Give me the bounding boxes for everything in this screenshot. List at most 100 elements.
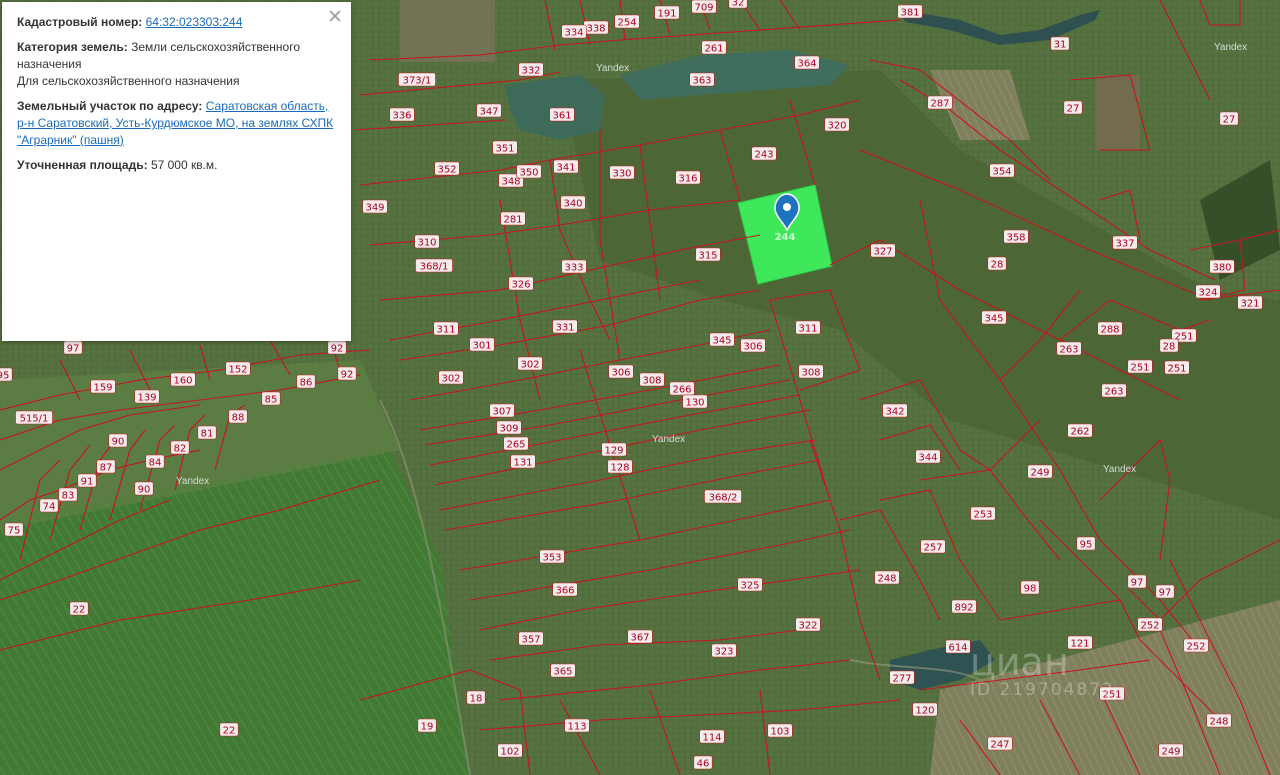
plot-number-label[interactable]: 87 — [100, 463, 113, 474]
plot-number-label[interactable]: 277 — [892, 674, 911, 685]
plot-number-label[interactable]: 22 — [223, 726, 236, 737]
plot-number-label[interactable]: 892 — [954, 603, 973, 614]
plot-number-label[interactable]: 97 — [1159, 588, 1172, 599]
plot-number-label[interactable]: 309 — [499, 424, 518, 435]
plot-number-label[interactable]: 333 — [564, 263, 583, 274]
plot-number-label[interactable]: 251 — [1167, 364, 1186, 375]
plot-number-label[interactable]: 257 — [923, 543, 942, 554]
plot-number-label[interactable]: 336 — [392, 111, 411, 122]
plot-number-label[interactable]: 84 — [149, 458, 162, 469]
plot-number-label[interactable]: 139 — [137, 393, 156, 404]
plot-number-label[interactable]: 331 — [555, 323, 574, 334]
plot-number-label[interactable]: 301 — [472, 341, 491, 352]
plot-number-label[interactable]: 322 — [798, 621, 817, 632]
plot-number-label[interactable]: 249 — [1030, 468, 1049, 479]
plot-number-label[interactable]: 82 — [174, 444, 187, 455]
plot-number-label[interactable]: 306 — [611, 368, 630, 379]
plot-number-label[interactable]: 91 — [81, 477, 94, 488]
plot-number-label[interactable]: 326 — [511, 280, 530, 291]
plot-number-label[interactable]: 249 — [1161, 747, 1180, 758]
close-icon[interactable] — [327, 8, 343, 24]
plot-number-label[interactable]: 357 — [521, 635, 540, 646]
plot-number-label[interactable]: 353 — [542, 553, 561, 564]
plot-number-label[interactable]: 74 — [43, 502, 56, 513]
plot-number-label[interactable]: 90 — [138, 485, 151, 496]
plot-number-label[interactable]: 265 — [506, 440, 525, 451]
plot-number-label[interactable]: 92 — [331, 344, 344, 355]
plot-number-label[interactable]: 129 — [604, 446, 623, 457]
plot-number-label[interactable]: 120 — [915, 706, 934, 717]
plot-number-label[interactable]: 243 — [754, 150, 773, 161]
cadastral-number-link[interactable]: 64:32:023303:244 — [146, 15, 243, 29]
plot-number-label[interactable]: 380 — [1212, 263, 1231, 274]
plot-number-label[interactable]: 330 — [612, 169, 631, 180]
plot-number-label[interactable]: 252 — [1186, 642, 1205, 653]
plot-number-label[interactable]: 160 — [173, 376, 192, 387]
plot-number-label[interactable]: 354 — [992, 167, 1011, 178]
plot-number-label[interactable]: 302 — [441, 374, 460, 385]
plot-number-label[interactable]: 367 — [630, 633, 649, 644]
plot-number-label[interactable]: 97 — [67, 344, 80, 355]
plot-number-label[interactable]: 373/1 — [403, 76, 432, 87]
plot-number-label[interactable]: 349 — [365, 203, 384, 214]
plot-number-label[interactable]: 19 — [421, 722, 434, 733]
plot-number-label[interactable]: 83 — [62, 491, 75, 502]
plot-number-label[interactable]: 316 — [678, 174, 697, 185]
plot-number-label[interactable]: 266 — [672, 385, 691, 396]
plot-number-label[interactable]: 351 — [495, 144, 514, 155]
plot-number-label[interactable]: 90 — [112, 437, 125, 448]
plot-number-label[interactable]: 334 — [564, 28, 583, 39]
plot-number-label[interactable]: 324 — [1198, 288, 1217, 299]
plot-number-label[interactable]: 340 — [563, 199, 582, 210]
plot-number-label[interactable]: 95 — [0, 371, 9, 382]
plot-number-label[interactable]: 262 — [1070, 427, 1089, 438]
plot-number-label[interactable]: 364 — [797, 59, 816, 70]
plot-number-label[interactable]: 321 — [1240, 299, 1259, 310]
plot-number-label[interactable]: 344 — [918, 453, 937, 464]
plot-number-label[interactable]: 88 — [232, 413, 245, 424]
plot-number-label[interactable]: 263 — [1059, 345, 1078, 356]
plot-number-label[interactable]: 365 — [553, 667, 572, 678]
plot-number-label[interactable]: 92 — [341, 370, 354, 381]
plot-number-label[interactable]: 288 — [1100, 325, 1119, 336]
plot-number-label[interactable]: 46 — [697, 759, 710, 770]
plot-number-label[interactable]: 159 — [93, 383, 112, 394]
plot-number-label[interactable]: 128 — [610, 463, 629, 474]
plot-number-label[interactable]: 152 — [228, 365, 247, 376]
plot-number-label[interactable]: 248 — [1209, 717, 1228, 728]
plot-number-label[interactable]: 352 — [437, 165, 456, 176]
plot-number-label[interactable]: 361 — [552, 111, 571, 122]
plot-number-label[interactable]: 341 — [556, 163, 575, 174]
plot-number-label[interactable]: 323 — [714, 647, 733, 658]
plot-number-label[interactable]: 27 — [1067, 104, 1080, 115]
plot-number-label[interactable]: 327 — [873, 247, 892, 258]
plot-number-label[interactable]: 251 — [1130, 363, 1149, 374]
plot-number-label[interactable]: 311 — [436, 325, 455, 336]
plot-number-label[interactable]: 85 — [265, 395, 278, 406]
plot-number-label[interactable]: 27 — [1223, 115, 1236, 126]
plot-number-label[interactable]: 28 — [1163, 342, 1176, 353]
plot-number-label[interactable]: 254 — [617, 18, 636, 29]
plot-number-label[interactable]: 191 — [657, 9, 676, 20]
plot-number-label[interactable]: 315 — [698, 251, 717, 262]
plot-number-label[interactable]: 366 — [555, 586, 574, 597]
plot-number-label[interactable]: 302 — [520, 360, 539, 371]
plot-number-label[interactable]: 32 — [732, 0, 745, 9]
plot-number-label[interactable]: 31 — [1054, 40, 1067, 51]
plot-number-label[interactable]: 363 — [692, 76, 711, 87]
plot-number-label[interactable]: 350 — [519, 168, 538, 179]
plot-number-label[interactable]: 248 — [877, 574, 896, 585]
plot-number-label[interactable]: 75 — [8, 526, 21, 537]
plot-number-label[interactable]: 22 — [73, 605, 86, 616]
plot-number-label[interactable]: 98 — [1024, 584, 1037, 595]
plot-number-label[interactable]: 368/2 — [709, 493, 738, 504]
plot-number-label[interactable]: 81 — [201, 429, 214, 440]
plot-number-label[interactable]: 121 — [1070, 639, 1089, 650]
plot-number-label[interactable]: 368/1 — [420, 262, 449, 273]
plot-number-label[interactable]: 338 — [586, 24, 605, 35]
plot-number-label[interactable]: 709 — [694, 3, 713, 14]
plot-number-label[interactable]: 253 — [973, 510, 992, 521]
plot-number-label[interactable]: 28 — [991, 260, 1004, 271]
plot-number-label[interactable]: 261 — [704, 44, 723, 55]
plot-number-label[interactable]: 358 — [1006, 233, 1025, 244]
